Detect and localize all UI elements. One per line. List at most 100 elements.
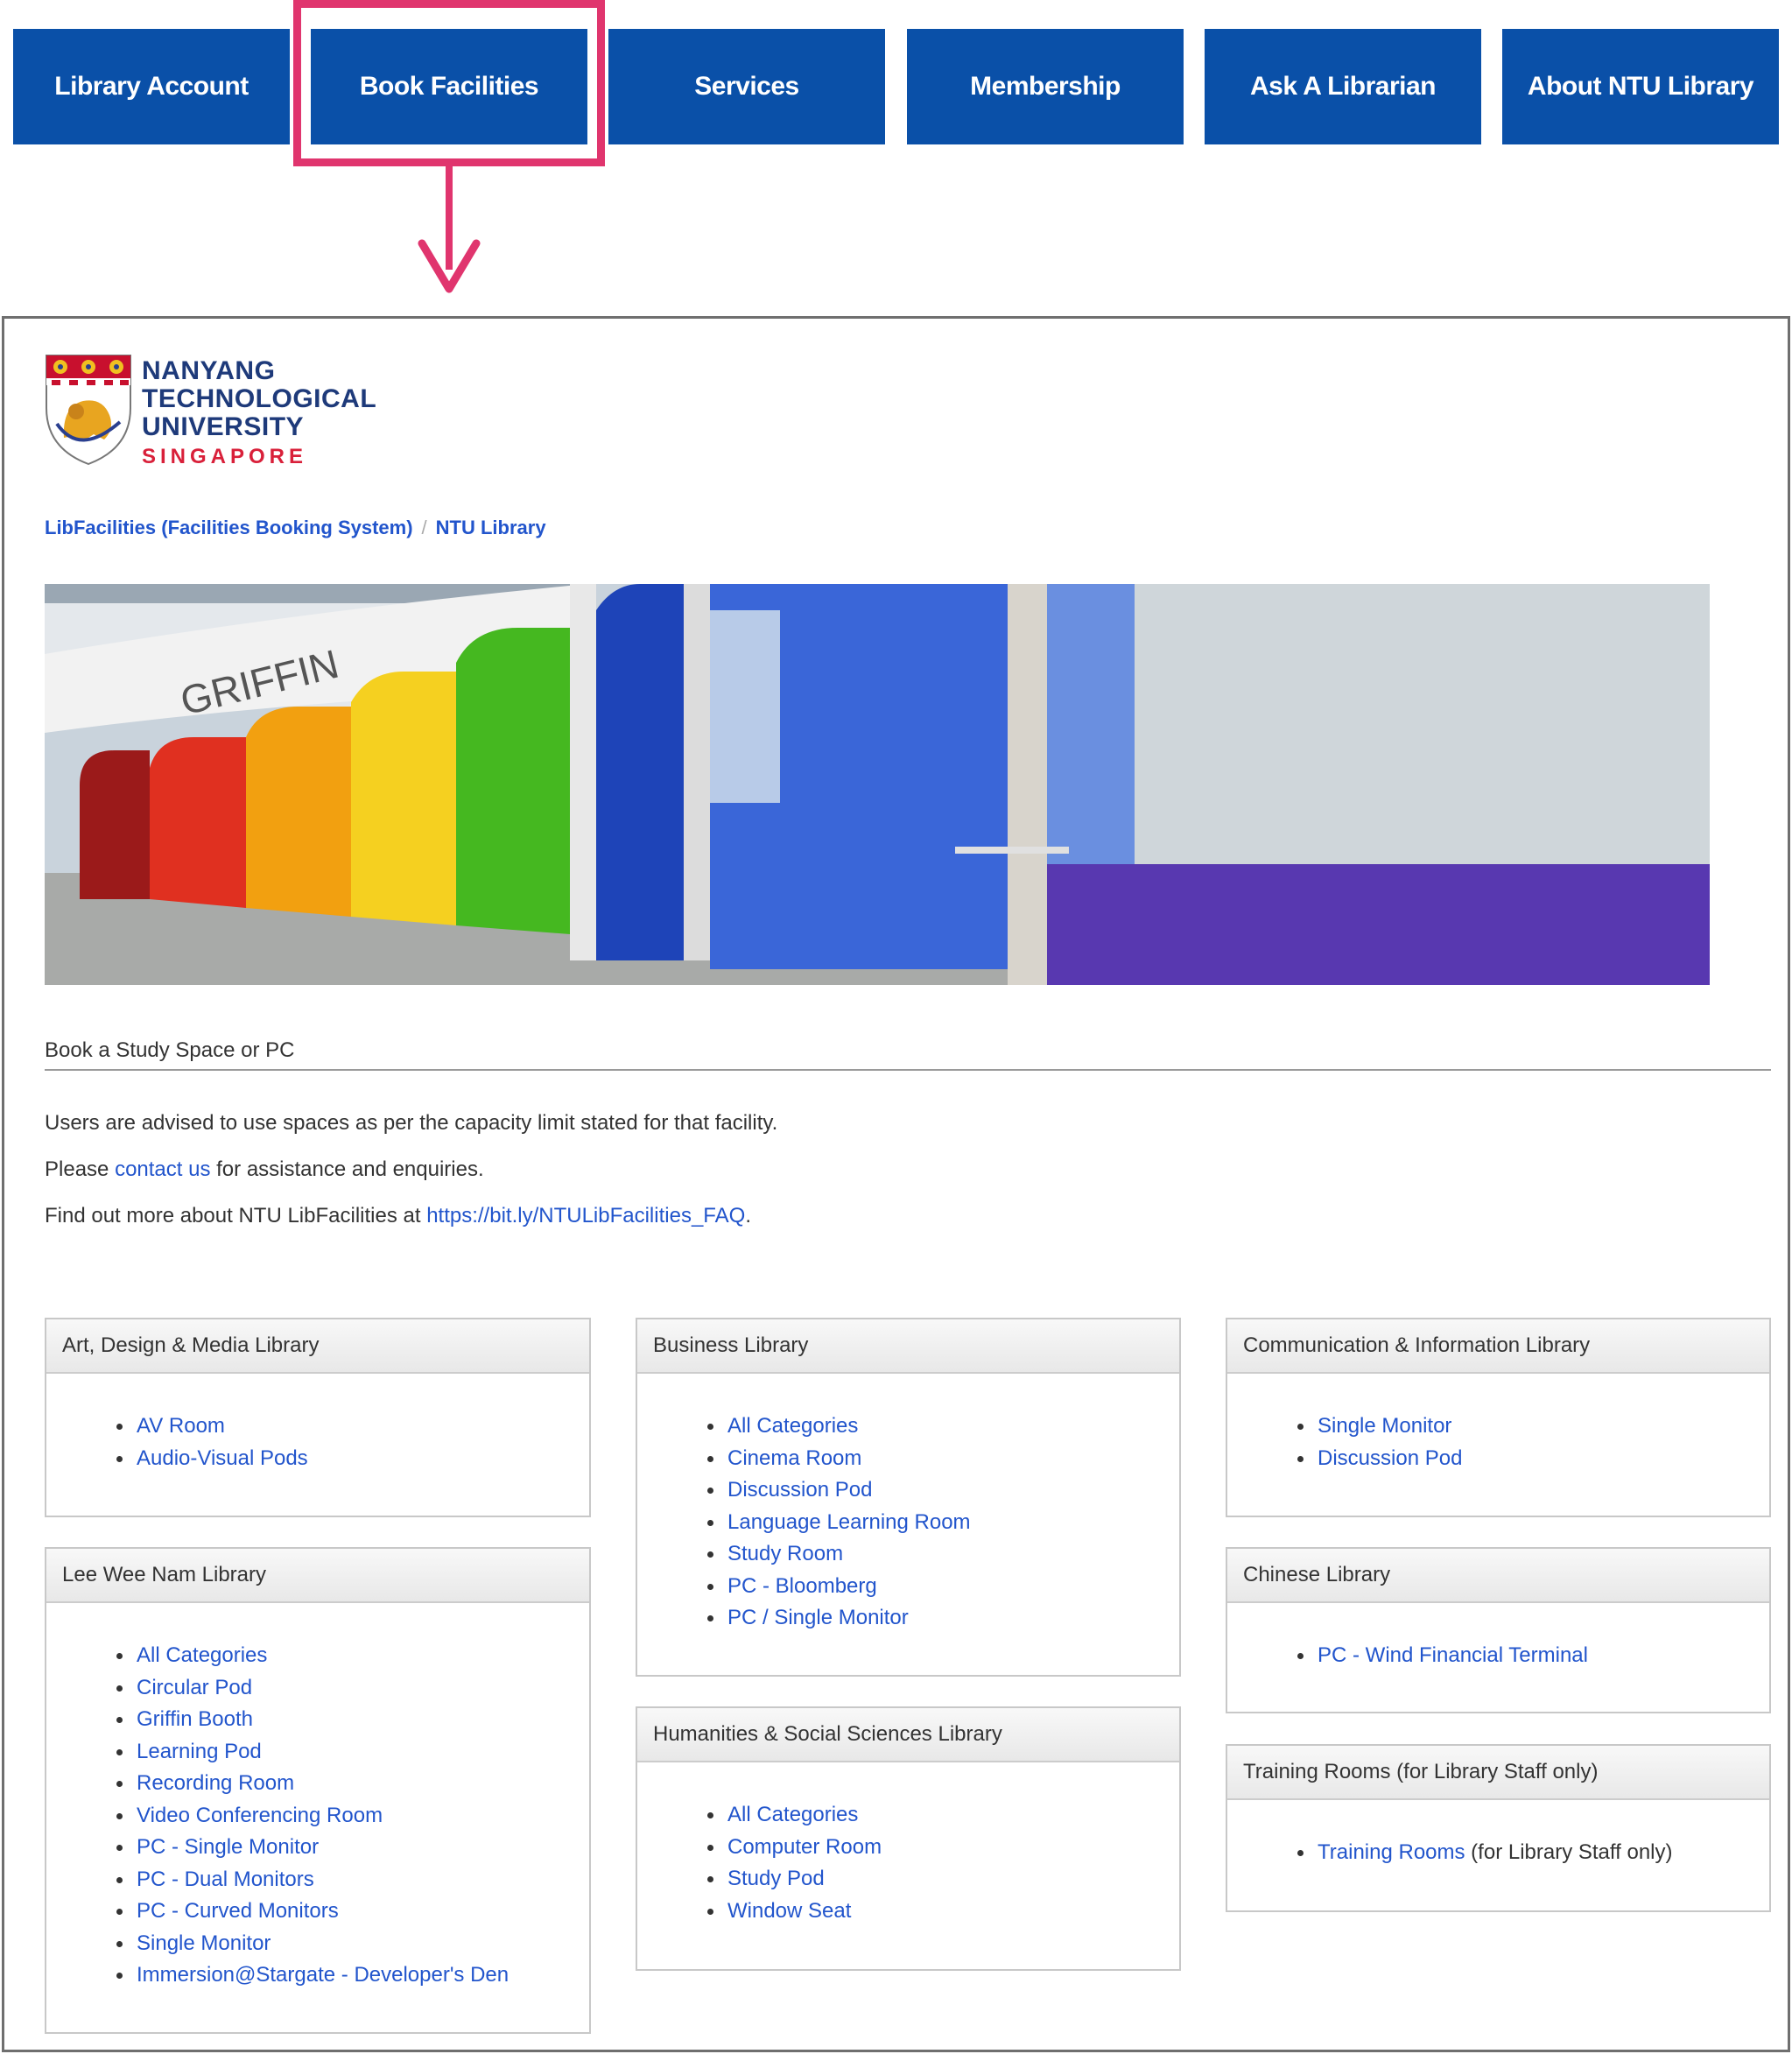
facility-link[interactable]: Computer Room <box>727 1835 882 1859</box>
training-rooms-note: (for Library Staff only) <box>1465 1840 1673 1864</box>
contact-line: Please contact us for assistance and enq… <box>45 1157 484 1182</box>
panel-humanities-social-sciences-library: Humanities & Social Sciences Library All… <box>636 1706 1181 1971</box>
facility-link[interactable]: Study Pod <box>727 1867 825 1890</box>
logo-line-3: UNIVERSITY <box>142 412 305 441</box>
panel-title: Lee Wee Nam Library <box>46 1549 589 1603</box>
panel-art-design-media-library: Art, Design & Media Library AV Room Audi… <box>45 1318 591 1517</box>
contact-us-link[interactable]: contact us <box>115 1157 210 1181</box>
facility-link[interactable]: Study Room <box>727 1542 843 1565</box>
facility-link[interactable]: AV Room <box>137 1414 225 1438</box>
panel-title: Art, Design & Media Library <box>46 1319 589 1374</box>
logo-line-4: SINGAPORE <box>142 445 308 468</box>
university-name: NANYANG TECHNOLOGICAL UNIVERSITY SINGAPO… <box>142 357 376 469</box>
facility-link[interactable]: Audio-Visual Pods <box>137 1446 308 1470</box>
panel-title: Business Library <box>637 1319 1179 1374</box>
list-item: PC - Curved Monitors <box>46 1896 509 1928</box>
libfacilities-page: NANYANG TECHNOLOGICAL UNIVERSITY SINGAPO… <box>2 316 1790 2052</box>
list-item: Immersion@Stargate - Developer's Den <box>46 1959 509 1992</box>
list-item: Computer Room <box>637 1832 882 1864</box>
list-item: Language Learning Room <box>637 1507 971 1539</box>
facility-link[interactable]: Window Seat <box>727 1899 851 1923</box>
nav-membership[interactable]: Membership <box>907 29 1184 144</box>
list-item: Audio-Visual Pods <box>46 1443 308 1475</box>
list-item: Training Rooms (for Library Staff only) <box>1227 1837 1673 1869</box>
facility-link[interactable]: Discussion Pod <box>727 1478 872 1502</box>
breadcrumb-libfacilities[interactable]: LibFacilities (Facilities Booking System… <box>45 517 413 538</box>
panel-title: Humanities & Social Sciences Library <box>637 1708 1179 1762</box>
section-title: Book a Study Space or PC <box>45 1038 295 1062</box>
list-item: Single Monitor <box>1227 1410 1462 1443</box>
panel-title: Communication & Information Library <box>1227 1319 1769 1374</box>
list-item: Griffin Booth <box>46 1704 509 1736</box>
list-item: Study Pod <box>637 1863 882 1896</box>
list-item: PC - Bloomberg <box>637 1571 971 1603</box>
facility-link[interactable]: Griffin Booth <box>137 1707 253 1731</box>
facility-link[interactable]: PC - Wind Financial Terminal <box>1318 1643 1588 1667</box>
highlight-box <box>293 0 605 166</box>
facility-link[interactable]: PC - Bloomberg <box>727 1574 877 1598</box>
panel-lee-wee-nam-library: Lee Wee Nam Library All Categories Circu… <box>45 1547 591 2034</box>
list-item: PC / Single Monitor <box>637 1602 971 1635</box>
nav-about-ntu-library[interactable]: About NTU Library <box>1502 29 1779 144</box>
facility-link[interactable]: Video Conferencing Room <box>137 1804 383 1827</box>
list-item: Circular Pod <box>46 1672 509 1705</box>
list-item: All Categories <box>46 1640 509 1672</box>
section-divider <box>45 1069 1771 1071</box>
list-item: Window Seat <box>637 1896 882 1928</box>
contact-line-suffix: for assistance and enquiries. <box>210 1157 484 1181</box>
breadcrumb-ntu-library[interactable]: NTU Library <box>436 517 546 538</box>
ntu-crest-logo <box>46 355 131 466</box>
panel-business-library: Business Library All Categories Cinema R… <box>636 1318 1181 1677</box>
faq-link[interactable]: https://bit.ly/NTULibFacilities_FAQ <box>426 1204 745 1227</box>
breadcrumb-separator: / <box>421 517 427 538</box>
facility-link[interactable]: All Categories <box>727 1803 858 1826</box>
list-item: All Categories <box>637 1410 971 1443</box>
list-item: Cinema Room <box>637 1443 971 1475</box>
panel-title: Training Rooms (for Library Staff only) <box>1227 1746 1769 1800</box>
capacity-notice: Users are advised to use spaces as per t… <box>45 1111 778 1135</box>
banner-image: GRIFFIN <box>45 584 1710 985</box>
logo-line-2: TECHNOLOGICAL <box>142 384 377 413</box>
breadcrumb: LibFacilities (Facilities Booking System… <box>45 517 546 539</box>
facility-link[interactable]: PC / Single Monitor <box>727 1606 909 1629</box>
list-item: Recording Room <box>46 1768 509 1800</box>
list-item: Discussion Pod <box>1227 1443 1462 1475</box>
facility-link[interactable]: PC - Dual Monitors <box>137 1868 314 1891</box>
panel-chinese-library: Chinese Library PC - Wind Financial Term… <box>1226 1547 1771 1713</box>
panel-training-rooms: Training Rooms (for Library Staff only) … <box>1226 1744 1771 1912</box>
contact-line-prefix: Please <box>45 1157 116 1181</box>
list-item: Single Monitor <box>46 1928 509 1960</box>
facility-link[interactable]: Single Monitor <box>137 1931 271 1955</box>
faq-line-suffix: . <box>745 1204 751 1227</box>
list-item: Learning Pod <box>46 1736 509 1769</box>
facility-link[interactable]: All Categories <box>727 1414 858 1438</box>
facility-link[interactable]: PC - Single Monitor <box>137 1835 319 1859</box>
list-item: Video Conferencing Room <box>46 1800 509 1832</box>
list-item: All Categories <box>637 1799 882 1832</box>
facility-link[interactable]: PC - Curved Monitors <box>137 1899 339 1923</box>
facility-link[interactable]: Learning Pod <box>137 1740 262 1763</box>
facility-link[interactable]: Cinema Room <box>727 1446 861 1470</box>
facility-link[interactable]: Single Monitor <box>1318 1414 1451 1438</box>
training-rooms-link[interactable]: Training Rooms <box>1318 1840 1465 1864</box>
list-item: PC - Dual Monitors <box>46 1864 509 1896</box>
facility-link[interactable]: Discussion Pod <box>1318 1446 1462 1470</box>
list-item: AV Room <box>46 1410 308 1443</box>
logo-line-1: NANYANG <box>142 356 276 385</box>
nav-library-account[interactable]: Library Account <box>13 29 290 144</box>
nav-services[interactable]: Services <box>608 29 885 144</box>
list-item: PC - Single Monitor <box>46 1832 509 1864</box>
nav-ask-a-librarian[interactable]: Ask A Librarian <box>1205 29 1481 144</box>
faq-line-prefix: Find out more about NTU LibFacilities at <box>45 1204 427 1227</box>
list-item: Discussion Pod <box>637 1474 971 1507</box>
panel-communication-information-library: Communication & Information Library Sing… <box>1226 1318 1771 1517</box>
facility-link[interactable]: Immersion@Stargate - Developer's Den <box>137 1963 509 1987</box>
facility-link[interactable]: Circular Pod <box>137 1676 252 1699</box>
arrow-down-icon <box>418 239 481 293</box>
list-item: PC - Wind Financial Terminal <box>1227 1640 1588 1672</box>
faq-line: Find out more about NTU LibFacilities at… <box>45 1204 751 1228</box>
facility-link[interactable]: Language Learning Room <box>727 1510 971 1534</box>
facility-link[interactable]: All Categories <box>137 1643 267 1667</box>
panel-title: Chinese Library <box>1227 1549 1769 1603</box>
facility-link[interactable]: Recording Room <box>137 1771 294 1795</box>
